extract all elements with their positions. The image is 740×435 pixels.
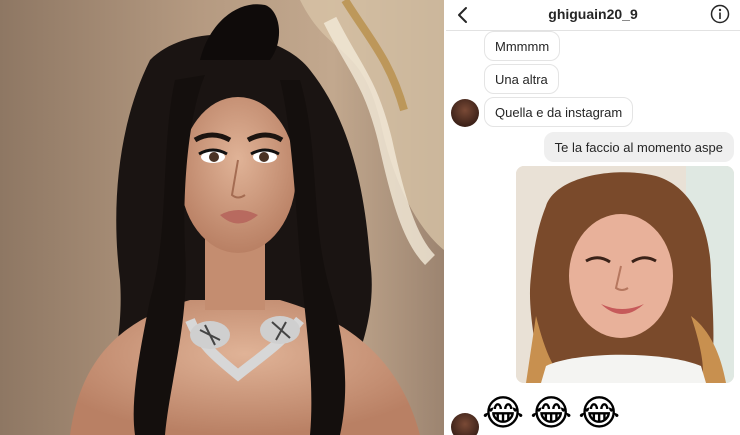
message-received[interactable]: Mmmmm — [484, 31, 561, 61]
emoji-message[interactable]: 😂 😂 😂 — [482, 394, 626, 434]
shared-photo-message[interactable] — [516, 166, 734, 383]
message-sent[interactable]: Te la faccio al momento aspe — [543, 132, 734, 162]
avatar[interactable] — [451, 99, 479, 127]
chevron-left-icon[interactable] — [452, 4, 474, 26]
laughing-tears-emoji: 😂 — [482, 393, 525, 434]
laughing-tears-emoji: 😂 — [530, 393, 573, 434]
shared-photo-image — [516, 166, 734, 383]
chat-panel: ghiguain20_9 Mmmmm Una altra Quella e da… — [446, 0, 740, 435]
message-received[interactable]: Una altra — [484, 64, 559, 94]
message-received[interactable]: Quella e da instagram — [484, 97, 634, 127]
chat-username[interactable]: ghiguain20_9 — [506, 6, 680, 22]
avatar[interactable] — [451, 413, 479, 435]
laughing-tears-emoji: 😂 — [578, 393, 621, 434]
chat-header: ghiguain20_9 — [446, 0, 740, 31]
portrait-photo — [0, 0, 444, 435]
info-circle-icon[interactable] — [710, 4, 730, 24]
portrait-illustration — [0, 0, 444, 435]
